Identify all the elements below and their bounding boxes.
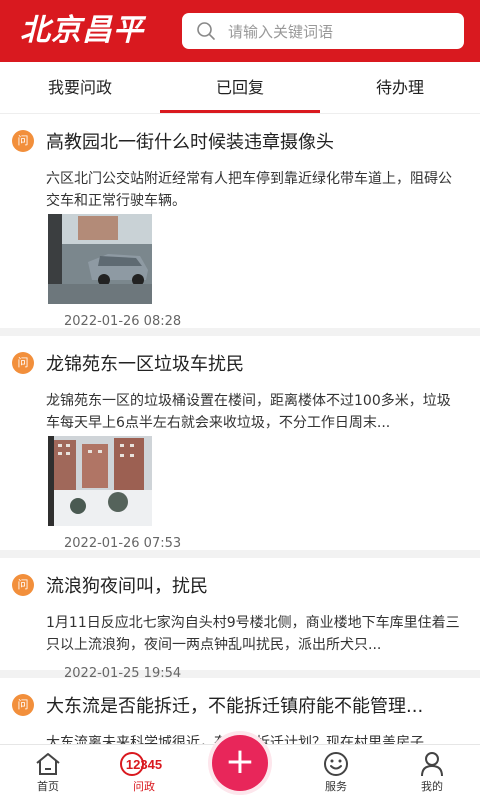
tab-pending[interactable]: 待办理 <box>320 62 480 113</box>
item-date: 2022-01-26 07:53 <box>64 536 182 551</box>
question-list[interactable]: 问 高教园北一街什么时候装违章摄像头 六区北门公交站附近经常有人把车停到靠近绿化… <box>0 114 480 744</box>
tab-ask[interactable]: 我要问政 <box>0 62 160 113</box>
item-title[interactable]: 流浪狗夜间叫，扰民 <box>46 572 466 598</box>
item-description: 龙锦苑东一区的垃圾桶设置在楼间，距离楼体不过100多米，垃圾车每天早上6点半左右… <box>46 393 451 431</box>
hotline-12345-icon: 12345 <box>120 752 162 776</box>
list-item[interactable]: 问 高教园北一街什么时候装违章摄像头 六区北门公交站附近经常有人把车停到靠近绿化… <box>0 114 480 336</box>
item-photo[interactable] <box>48 214 152 304</box>
item-date: 2022-01-26 08:28 <box>64 314 182 329</box>
item-title[interactable]: 高教园北一街什么时候装违章摄像头 <box>46 128 466 154</box>
item-photo[interactable] <box>48 436 152 526</box>
tabbar-home-label: 首页 <box>37 780 59 793</box>
home-icon <box>36 753 60 775</box>
tabbar-add[interactable]: + <box>192 735 288 800</box>
tabbar-wenzheng[interactable]: 12345 问政 <box>96 745 192 800</box>
list-item[interactable]: 问 流浪狗夜间叫，扰民 1月11日反应北七家沟自头村9号楼北侧，商业楼地下车库里… <box>0 558 480 681</box>
add-button[interactable]: + <box>212 735 268 791</box>
tabbar-mine[interactable]: 我的 <box>384 745 480 800</box>
tabbar-service[interactable]: 服务 <box>288 745 384 800</box>
tabbar-mine-label: 我的 <box>421 780 443 793</box>
item-title[interactable]: 龙锦苑东一区垃圾车扰民 <box>46 350 466 376</box>
question-icon: 问 <box>12 352 34 374</box>
question-icon: 问 <box>12 130 34 152</box>
question-icon: 问 <box>12 694 34 716</box>
category-tabs: 我要问政 已回复 待办理 <box>0 62 480 114</box>
hotline-badge: 12345 <box>126 757 162 772</box>
item-description: 六区北门公交站附近经常有人把车停到靠近绿化带车道上，阻碍公交车和正常行驶车辆。 <box>46 171 452 209</box>
app-logo: 北京昌平 <box>20 13 144 48</box>
item-description: 1月11日反应北七家沟自头村9号楼北侧，商业楼地下车库里住着三只以上流浪狗，夜间… <box>46 615 460 653</box>
smile-icon <box>324 752 348 776</box>
app-header: 北京昌平 请输入关键词语 <box>0 0 480 62</box>
bottom-tabbar: 首页 12345 问政 + 服务 我的 <box>0 735 480 800</box>
search-placeholder: 请输入关键词语 <box>228 22 334 41</box>
tab-replied[interactable]: 已回复 <box>160 62 320 113</box>
question-icon: 问 <box>12 574 34 596</box>
search-icon <box>197 22 215 40</box>
list-item[interactable]: 问 龙锦苑东一区垃圾车扰民 龙锦苑东一区的垃圾桶设置在楼间，距离楼体不过100多… <box>0 336 480 558</box>
search-input[interactable]: 请输入关键词语 <box>182 13 464 49</box>
plus-icon: + <box>224 741 256 782</box>
item-title[interactable]: 大东流是否能拆迁，不能拆迁镇府能不能管理... <box>46 692 466 718</box>
tabbar-home[interactable]: 首页 <box>0 745 96 800</box>
tabbar-service-label: 服务 <box>325 780 347 793</box>
tabbar-wenzheng-label: 问政 <box>133 780 155 793</box>
user-icon <box>421 752 443 777</box>
